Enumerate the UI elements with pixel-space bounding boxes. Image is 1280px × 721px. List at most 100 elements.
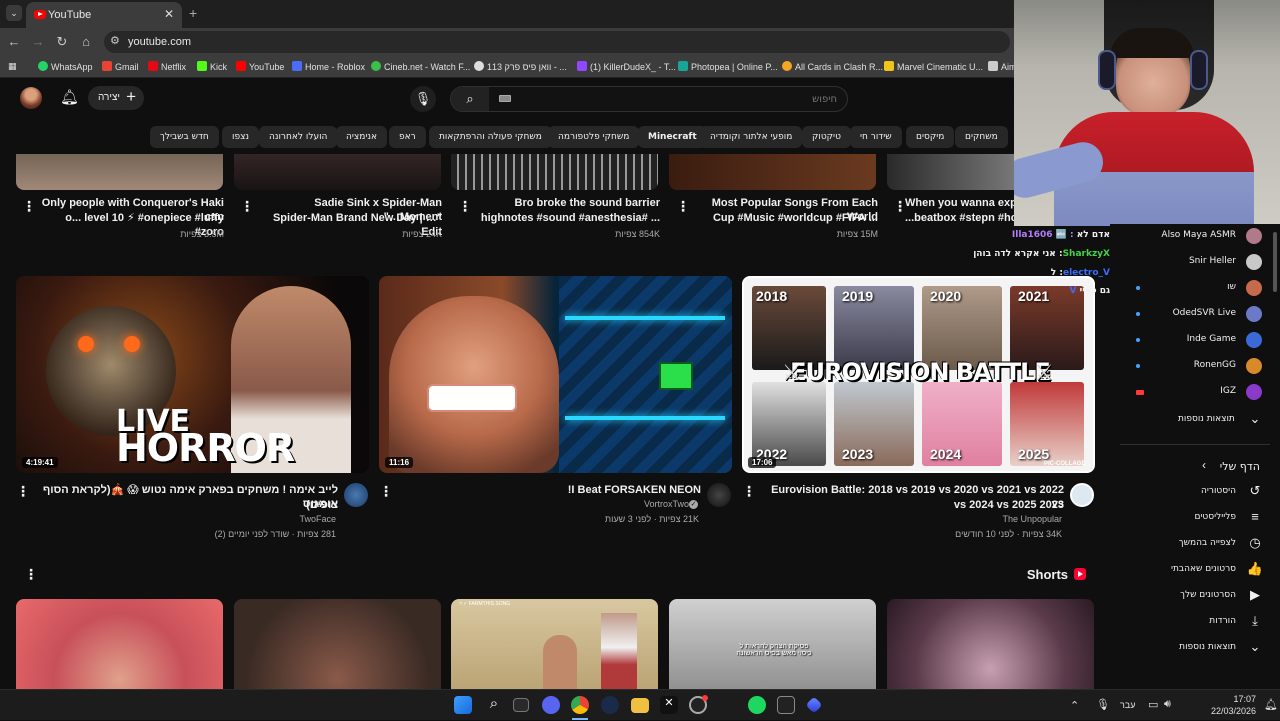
- address-bar[interactable]: ⚙ youtube.com: [104, 31, 1010, 53]
- clock-date[interactable]: 22/03/2026: [1192, 706, 1256, 716]
- chip[interactable]: טיקטוק: [802, 126, 851, 148]
- chip[interactable]: מיקסים: [906, 126, 955, 148]
- video-thumbnail[interactable]: 2018 2019 2020 2021 2022 2023 2024 2025 …: [742, 276, 1095, 473]
- voice-search-icon[interactable]: 🎙︎: [410, 86, 436, 112]
- chip[interactable]: Minecraft: [638, 126, 707, 148]
- url-text[interactable]: youtube.com: [128, 36, 191, 48]
- chip[interactable]: חדש בשבילך: [150, 126, 219, 148]
- sidebar-item-your-videos[interactable]: ▶ הסרטונים שלך: [1110, 584, 1270, 610]
- start-icon[interactable]: [454, 696, 472, 714]
- more-options-icon[interactable]: ⋮: [24, 566, 38, 583]
- bookmark-item[interactable]: Home - Roblox: [292, 61, 365, 72]
- short-thumbnail[interactable]: [451, 154, 658, 190]
- bookmark-item[interactable]: YouTube: [236, 61, 284, 72]
- notifications-bell-icon[interactable]: 🔔︎: [60, 88, 79, 106]
- video-title[interactable]: I Beat FORSAKEN NEON!: [393, 483, 701, 497]
- chip[interactable]: שידור חי: [850, 126, 902, 148]
- short-thumbnail[interactable]: [16, 154, 223, 190]
- bookmark-item[interactable]: Photopea | Online P...: [678, 61, 778, 72]
- short-thumbnail[interactable]: [887, 599, 1094, 689]
- video-title-line2[interactable]: צופים): [30, 498, 338, 512]
- short-thumbnail[interactable]: ד ✓ FARMTHIS SONG: [451, 599, 658, 689]
- short-title-line2[interactable]: ...beatbox #stepn #ho: [905, 211, 1014, 225]
- create-button[interactable]: יצירה +: [88, 86, 144, 110]
- sidebar-item-liked[interactable]: 👍 סרטונים שאהבתי: [1110, 558, 1270, 584]
- short-thumbnail[interactable]: [16, 599, 223, 689]
- new-tab-button[interactable]: +: [189, 5, 197, 21]
- channel-avatar[interactable]: [1070, 483, 1094, 507]
- more-options-icon[interactable]: ⋮: [240, 198, 254, 215]
- reload-icon[interactable]: ↻: [54, 34, 70, 50]
- bookmark-item[interactable]: Kick: [197, 61, 227, 72]
- close-tab-icon[interactable]: ✕: [164, 7, 174, 21]
- chip[interactable]: משחקי פלטפורמה: [548, 126, 640, 148]
- apps-icon[interactable]: ▦: [8, 61, 17, 72]
- subscription-item[interactable]: OdedSVR Live: [1110, 302, 1270, 328]
- sidebar-item-watch-later[interactable]: ◷ לצפייה בהמשך: [1110, 532, 1270, 558]
- more-options-icon[interactable]: ⋮: [379, 483, 393, 500]
- microphone-icon[interactable]: 🎙︎: [1096, 698, 1110, 711]
- sidebar-item-downloads[interactable]: ⤓ הורדות: [1110, 610, 1270, 636]
- clock-time[interactable]: 17:07: [1202, 694, 1256, 704]
- you-section-header[interactable]: הדף שלי ‹: [1110, 454, 1270, 480]
- channel-name[interactable]: TwoFace: [30, 514, 336, 524]
- chip[interactable]: משחקי פעולה והרפתקאות: [429, 126, 552, 148]
- notifications-icon[interactable]: 🔔︎: [1264, 698, 1278, 711]
- file-explorer-icon[interactable]: [631, 698, 649, 713]
- discord-icon[interactable]: [542, 696, 560, 714]
- bookmark-item[interactable]: WhatsApp: [38, 61, 93, 72]
- chevron-up-icon[interactable]: ⌃: [1070, 699, 1079, 712]
- chrome-icon[interactable]: [571, 696, 589, 714]
- tab-youtube[interactable]: YouTube ✕: [26, 2, 182, 28]
- bookmark-item[interactable]: וואן פיס פרק 113 - ...: [474, 61, 567, 72]
- subscription-item[interactable]: RonenGG: [1110, 354, 1270, 380]
- short-thumbnail[interactable]: [234, 154, 441, 190]
- channel-name[interactable]: The Unpopular: [756, 514, 1062, 524]
- chip[interactable]: נצפו: [222, 126, 260, 148]
- show-more-subscriptions[interactable]: ⌄ תוצאות נוספות: [1110, 408, 1270, 434]
- epic-games-icon[interactable]: [777, 696, 795, 714]
- app-icon[interactable]: [805, 696, 823, 714]
- bookmark-item[interactable]: Cineb.net - Watch F...: [371, 61, 470, 72]
- bookmark-item[interactable]: Aim: [988, 61, 1014, 72]
- capcut-icon[interactable]: ✕: [660, 696, 678, 714]
- bookmark-item[interactable]: Netflix: [148, 61, 186, 72]
- subscription-item[interactable]: Also Maya ASMR: [1110, 224, 1270, 250]
- chip[interactable]: מופעי אלתור וקומדיה: [700, 126, 803, 148]
- language-indicator[interactable]: עבר: [1120, 700, 1135, 710]
- short-thumbnail[interactable]: [669, 154, 876, 190]
- more-options-icon[interactable]: ⋮: [458, 198, 472, 215]
- more-options-icon[interactable]: ⋮: [16, 483, 30, 500]
- channel-avatar[interactable]: [344, 483, 368, 507]
- chip[interactable]: ראפ: [389, 126, 426, 148]
- short-thumbnail[interactable]: [234, 599, 441, 689]
- task-view-icon[interactable]: [513, 698, 529, 712]
- volume-icon[interactable]: 🔊︎: [1164, 698, 1171, 711]
- search-button[interactable]: ⌕: [451, 87, 489, 111]
- forward-icon[interactable]: →: [30, 34, 46, 49]
- chip[interactable]: אנימציה: [336, 126, 387, 148]
- search-input[interactable]: [537, 91, 837, 107]
- bookmark-item[interactable]: All Cards in Clash R...: [782, 61, 883, 72]
- short-thumbnail[interactable]: פסיקת הצחק להראות ל כיסוי מאש בסיס הראשו…: [669, 599, 876, 689]
- search-icon[interactable]: ⌕: [484, 695, 504, 715]
- spotify-icon[interactable]: [748, 696, 766, 714]
- short-title-line2[interactable]: ... #highnotes #sound #anesthesia: [472, 211, 660, 225]
- more-options-icon[interactable]: ⋮: [893, 198, 907, 215]
- keyboard-icon[interactable]: [499, 95, 511, 102]
- video-thumbnail[interactable]: LIVE HORROR 4:19:41: [16, 276, 369, 473]
- bookmark-item[interactable]: (1) KillerDudeX_ - T...: [577, 61, 676, 72]
- bookmark-item[interactable]: Gmail: [102, 61, 139, 72]
- network-icon[interactable]: ▭: [1148, 698, 1158, 711]
- subscription-item[interactable]: Snir Heller: [1110, 250, 1270, 276]
- steam-icon[interactable]: [601, 696, 619, 714]
- more-options-icon[interactable]: ⋮: [22, 198, 36, 215]
- bookmark-item[interactable]: Marvel Cinematic U...: [884, 61, 983, 72]
- chip[interactable]: הועלו לאחרונה: [259, 126, 338, 148]
- channel-avatar[interactable]: [707, 483, 731, 507]
- avatar[interactable]: [20, 87, 42, 109]
- chip[interactable]: משחקים: [955, 126, 1008, 148]
- channel-name[interactable]: VortroxTwo: [393, 499, 689, 509]
- site-info-icon[interactable]: ⚙: [110, 34, 120, 47]
- more-options-icon[interactable]: ⋮: [742, 483, 756, 500]
